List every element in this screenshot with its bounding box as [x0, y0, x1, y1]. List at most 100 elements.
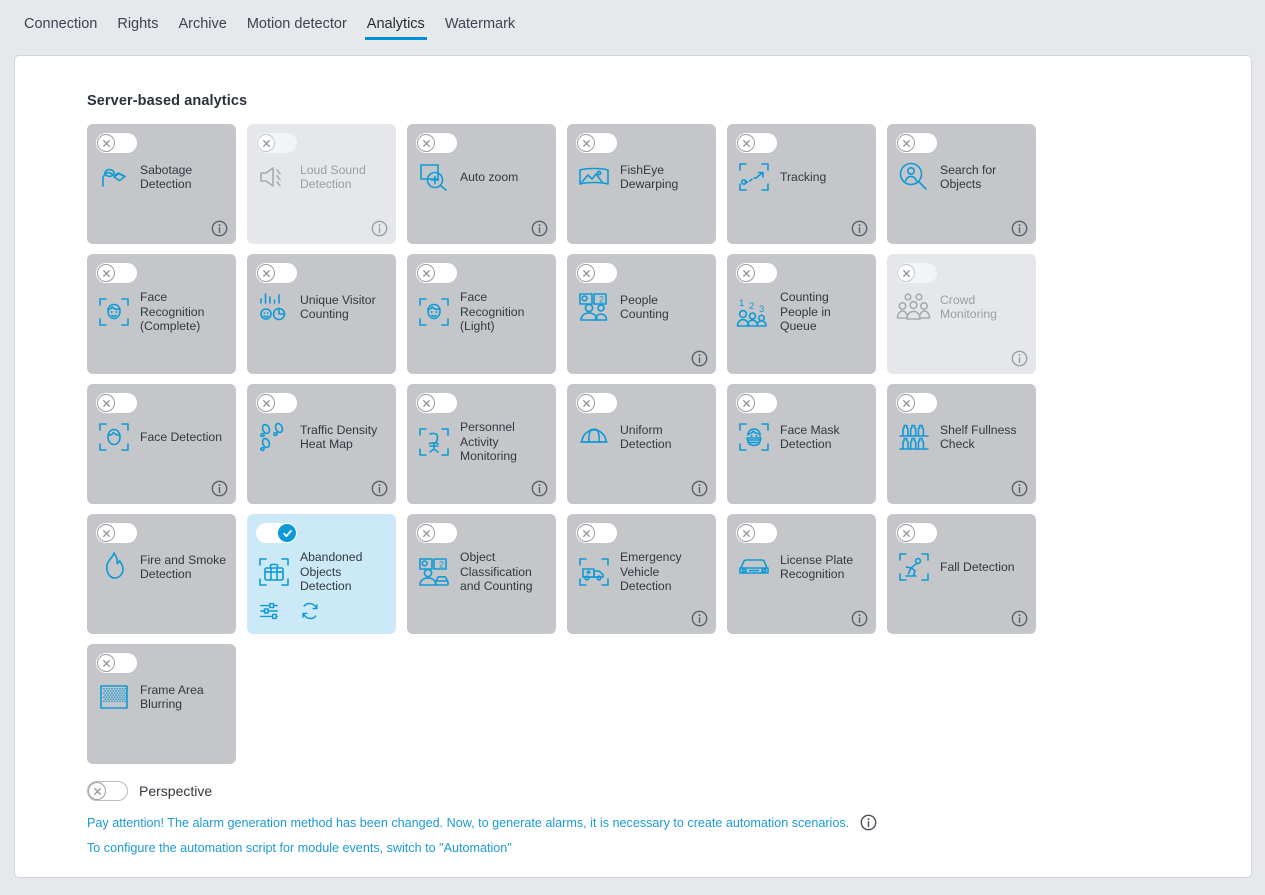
- info-icon[interactable]: [371, 220, 388, 237]
- analytics-card-loud-sound-detection[interactable]: Loud Sound Detection: [247, 124, 396, 244]
- info-icon[interactable]: [371, 480, 388, 497]
- card-label: Traffic Density Heat Map: [300, 422, 378, 452]
- info-icon[interactable]: [1011, 480, 1028, 497]
- analytics-card-crowd-monitoring[interactable]: Crowd Monitoring: [887, 254, 1036, 374]
- info-icon[interactable]: [1011, 610, 1028, 627]
- analytics-card-abandoned-objects-detection[interactable]: Abandoned Objects Detection: [247, 514, 396, 634]
- info-icon[interactable]: [691, 610, 708, 627]
- info-icon[interactable]: [860, 814, 877, 831]
- tab-archive[interactable]: Archive: [168, 0, 236, 46]
- footer-notes: Pay attention! The alarm generation meth…: [87, 814, 1177, 865]
- analytics-card-search-for-objects[interactable]: Search for Objects: [887, 124, 1036, 244]
- analytics-card-emergency-vehicle-detection[interactable]: Emergency Vehicle Detection: [567, 514, 716, 634]
- analytics-card-traffic-density-heat-map[interactable]: Traffic Density Heat Map: [247, 384, 396, 504]
- face-detection-icon: [97, 420, 131, 454]
- analytics-card-auto-zoom[interactable]: Auto zoom: [407, 124, 556, 244]
- toggle-switch[interactable]: [576, 393, 617, 413]
- toggle-switch[interactable]: [416, 263, 457, 283]
- toggle-switch[interactable]: [576, 523, 617, 543]
- analytics-card-sabotage-detection[interactable]: Sabotage Detection: [87, 124, 236, 244]
- analytics-card-shelf-fullness-check[interactable]: Shelf Fullness Check: [887, 384, 1036, 504]
- toggle-switch[interactable]: [256, 133, 297, 153]
- analytics-card-fisheye-dewarping[interactable]: FishEye Dewarping: [567, 124, 716, 244]
- toggle-switch[interactable]: [96, 133, 137, 153]
- search-objects-icon: [897, 160, 931, 194]
- analytics-card-people-counting[interactable]: 2 People Counting: [567, 254, 716, 374]
- toggle-switch[interactable]: [896, 523, 937, 543]
- info-icon[interactable]: [691, 480, 708, 497]
- analytics-card-frame-area-blurring[interactable]: Frame Area Blurring: [87, 644, 236, 764]
- analytics-card-fire-and-smoke-detection[interactable]: Fire and Smoke Detection: [87, 514, 236, 634]
- card-body: Personnel Activity Monitoring: [417, 420, 548, 464]
- tab-watermark[interactable]: Watermark: [435, 0, 525, 46]
- toggle-switch[interactable]: [416, 133, 457, 153]
- analytics-card-license-plate-recognition[interactable]: License Plate Recognition: [727, 514, 876, 634]
- tab-rights[interactable]: Rights: [107, 0, 168, 46]
- toggle-switch[interactable]: [736, 263, 777, 283]
- analytics-card-personnel-activity-monitoring[interactable]: Personnel Activity Monitoring: [407, 384, 556, 504]
- tab-analytics[interactable]: Analytics: [357, 0, 435, 46]
- card-label: Face Recognition (Complete): [140, 290, 205, 333]
- toggle-switch[interactable]: [896, 263, 937, 283]
- toggle-switch[interactable]: [96, 523, 137, 543]
- card-label: Face Detection: [140, 429, 222, 444]
- settings-sliders-icon[interactable]: [259, 601, 279, 626]
- toggle-switch[interactable]: [896, 133, 937, 153]
- card-body: Fall Detection: [897, 550, 1028, 584]
- toggle-switch[interactable]: [416, 523, 457, 543]
- analytics-card-face-recognition-light[interactable]: Face Recognition (Light): [407, 254, 556, 374]
- analytics-card-face-recognition-complete[interactable]: Face Recognition (Complete): [87, 254, 236, 374]
- info-icon[interactable]: [211, 480, 228, 497]
- analytics-card-unique-visitor-counting[interactable]: Unique Visitor Counting: [247, 254, 396, 374]
- perspective-toggle[interactable]: [87, 781, 128, 801]
- analytics-card-tracking[interactable]: Tracking: [727, 124, 876, 244]
- card-body: Sabotage Detection: [97, 160, 228, 194]
- card-body: Face Recognition (Light): [417, 290, 548, 334]
- refresh-icon[interactable]: [300, 601, 320, 626]
- analytics-card-face-detection[interactable]: Face Detection: [87, 384, 236, 504]
- tab-motion-detector[interactable]: Motion detector: [237, 0, 357, 46]
- info-icon[interactable]: [851, 220, 868, 237]
- close-x-icon: [100, 137, 113, 150]
- toggle-switch[interactable]: [256, 523, 297, 543]
- analytics-card-uniform-detection[interactable]: Uniform Detection: [567, 384, 716, 504]
- toggle-switch[interactable]: [736, 523, 777, 543]
- toggle-switch[interactable]: [736, 393, 777, 413]
- tab-connection[interactable]: Connection: [14, 0, 107, 46]
- card-label: FishEye Dewarping: [620, 162, 679, 192]
- fall-detection-icon: [897, 550, 931, 584]
- info-icon[interactable]: [691, 350, 708, 367]
- analytics-card-face-mask-detection[interactable]: Face Mask Detection: [727, 384, 876, 504]
- analytics-card-fall-detection[interactable]: Fall Detection: [887, 514, 1036, 634]
- toggle-knob: [97, 264, 115, 282]
- close-x-icon: [740, 397, 753, 410]
- analytics-card-object-classification-and-counting[interactable]: 2 Object Classification and Counting: [407, 514, 556, 634]
- toggle-knob: [257, 394, 275, 412]
- toggle-switch[interactable]: [576, 133, 617, 153]
- toggle-knob: [417, 134, 435, 152]
- close-x-icon: [420, 267, 433, 280]
- card-body: Face Detection: [97, 420, 228, 454]
- toggle-switch[interactable]: [256, 393, 297, 413]
- info-icon[interactable]: [851, 610, 868, 627]
- info-icon[interactable]: [211, 220, 228, 237]
- info-icon[interactable]: [1011, 220, 1028, 237]
- toggle-switch[interactable]: [96, 263, 137, 283]
- close-x-icon: [580, 267, 593, 280]
- close-x-icon: [100, 267, 113, 280]
- toggle-switch[interactable]: [96, 393, 137, 413]
- toggle-switch[interactable]: [96, 653, 137, 673]
- card-body: Uniform Detection: [577, 420, 708, 454]
- card-label: Auto zoom: [460, 169, 519, 184]
- analytics-card-counting-people-in-queue[interactable]: 1 2 3 Counting People in Queue: [727, 254, 876, 374]
- perspective-row[interactable]: Perspective: [87, 781, 212, 801]
- toggle-switch[interactable]: [256, 263, 297, 283]
- toggle-switch[interactable]: [416, 393, 457, 413]
- info-icon[interactable]: [531, 220, 548, 237]
- toggle-switch[interactable]: [576, 263, 617, 283]
- info-icon[interactable]: [1011, 350, 1028, 367]
- toggle-switch[interactable]: [736, 133, 777, 153]
- toggle-switch[interactable]: [896, 393, 937, 413]
- toggle-knob: [577, 264, 595, 282]
- info-icon[interactable]: [531, 480, 548, 497]
